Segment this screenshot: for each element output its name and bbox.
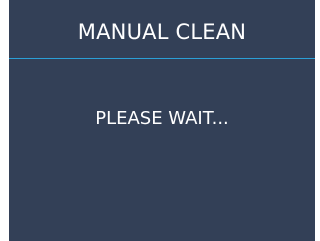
screen-title: MANUAL CLEAN <box>77 20 247 44</box>
status-message: PLEASE WAIT... <box>95 108 229 129</box>
device-screen: MANUAL CLEAN PLEASE WAIT... <box>9 0 315 241</box>
header-divider <box>9 58 315 59</box>
